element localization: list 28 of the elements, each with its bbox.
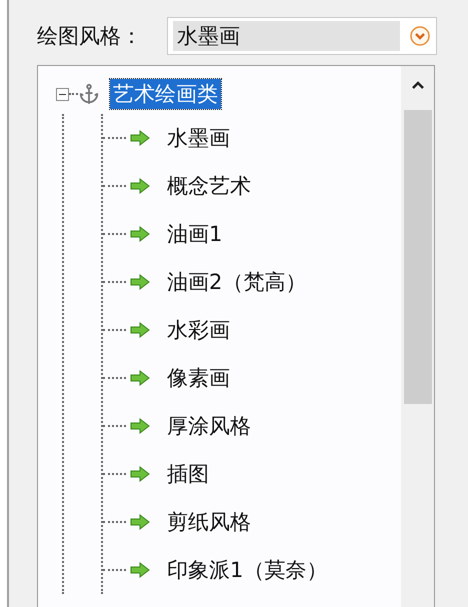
style-dropdown[interactable]: 水墨画 [167, 17, 437, 55]
tree-node[interactable]: 水彩画 [164, 315, 233, 345]
chevron-down-icon [410, 26, 430, 46]
tree-node[interactable]: 厚涂风格 [164, 411, 254, 441]
arrow-icon [130, 274, 150, 290]
arrow-icon [130, 562, 150, 578]
collapse-icon[interactable] [56, 88, 69, 100]
tree-node[interactable]: 概念艺术 [164, 171, 254, 201]
arrow-icon [130, 514, 150, 530]
tree-node[interactable]: 剪纸风格 [164, 507, 254, 537]
arrow-icon [130, 370, 150, 386]
tree-node[interactable]: 水墨画 [164, 123, 233, 153]
arrow-icon [130, 130, 150, 146]
tree-node[interactable]: 像素画 [164, 363, 233, 393]
tree-node[interactable]: 油画2（梵高） [164, 267, 310, 297]
tree-node[interactable]: 印象派1（莫奈） [164, 555, 330, 585]
scroll-up-icon[interactable] [410, 80, 424, 90]
arrow-icon [130, 226, 150, 242]
arrow-icon [130, 466, 150, 482]
arrow-icon [130, 418, 150, 434]
tree-node[interactable]: 艺术绘画类 [110, 79, 221, 109]
scrollbar[interactable] [401, 66, 434, 607]
tree-node[interactable]: 油画1 [164, 219, 226, 249]
tree-node[interactable]: 插图 [164, 459, 212, 489]
style-label: 绘图风格： [37, 23, 143, 50]
anchor-icon [78, 83, 100, 105]
arrow-icon [130, 322, 150, 338]
arrow-icon [130, 178, 150, 194]
